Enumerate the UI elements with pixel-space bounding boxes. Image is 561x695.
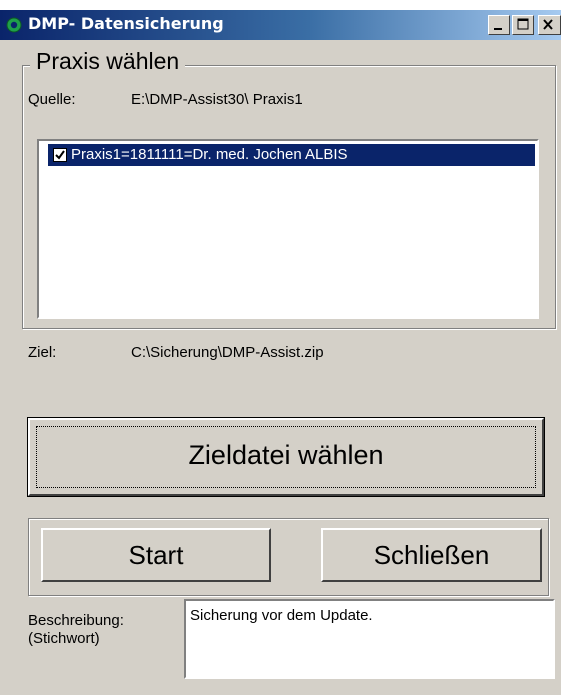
app-window: DMP- Datensicherung Praxis wählen Quelle… — [0, 0, 561, 695]
close-label: Schließen — [373, 540, 490, 570]
start-button[interactable]: Start — [41, 528, 271, 582]
source-label: Quelle: — [28, 91, 76, 108]
title-bar[interactable]: DMP- Datensicherung — [0, 0, 561, 40]
minimize-icon — [494, 28, 502, 30]
description-label: Beschreibung: — [28, 612, 124, 629]
close-button[interactable]: Schließen — [321, 528, 542, 582]
target-label: Ziel: — [28, 344, 57, 361]
title-bar-top-strip — [0, 0, 561, 10]
gear-icon — [6, 17, 22, 33]
start-label: Start — [128, 540, 184, 570]
praxis-checkbox[interactable] — [53, 148, 67, 162]
target-path: C:\Sicherung\DMP-Assist.zip — [131, 344, 324, 361]
window-title: DMP- Datensicherung — [28, 14, 224, 33]
maximize-icon — [517, 18, 529, 30]
praxis-group-title: Praxis wählen — [30, 48, 186, 75]
source-path: E:\DMP-Assist30\ Praxis1 — [131, 91, 303, 108]
close-icon — [543, 19, 553, 30]
list-item[interactable]: Praxis1=1811111=Dr. med. Jochen ALBIS — [48, 144, 535, 166]
praxis-listbox[interactable]: Praxis1=1811111=Dr. med. Jochen ALBIS — [37, 139, 539, 319]
description-input[interactable]: Sicherung vor dem Update. — [184, 599, 555, 679]
choose-target-label: Zieldatei wählen — [188, 440, 384, 470]
choose-target-file-button[interactable]: Zieldatei wählen — [27, 417, 545, 497]
minimize-button[interactable] — [488, 15, 510, 35]
maximize-button[interactable] — [512, 15, 534, 35]
close-window-button[interactable] — [538, 15, 561, 35]
description-sublabel: (Stichwort) — [28, 630, 100, 647]
list-item-label: Praxis1=1811111=Dr. med. Jochen ALBIS — [71, 146, 348, 163]
checkmark-icon — [55, 150, 65, 160]
